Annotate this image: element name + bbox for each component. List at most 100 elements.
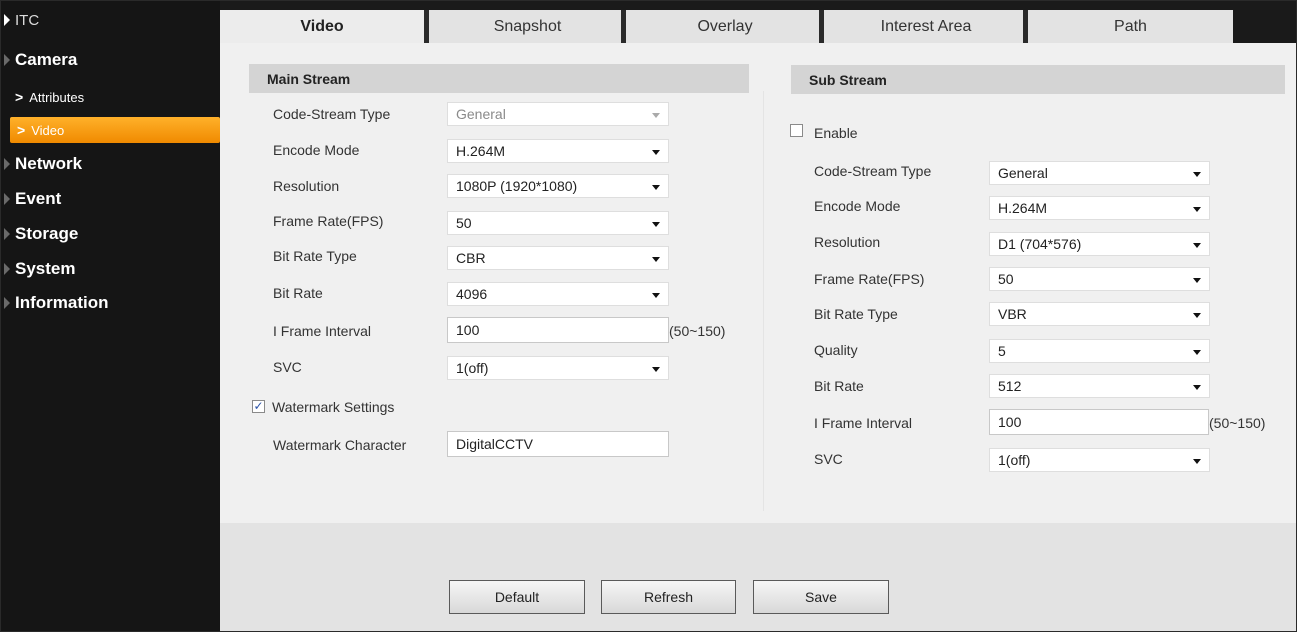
sidebar-item-itc[interactable]: ITC [1, 6, 220, 34]
sidebar-item-label: System [15, 259, 76, 278]
main-bit-rate-select[interactable]: 4096 [447, 282, 669, 306]
chevron-down-icon [652, 257, 660, 262]
chevron-down-icon [652, 367, 660, 372]
select-value: 1(off) [456, 360, 489, 376]
main-svc-select[interactable]: 1(off) [447, 356, 669, 380]
column-divider [763, 91, 764, 511]
enable-label: Enable [814, 125, 858, 141]
sidebar-item-storage[interactable]: Storage [1, 220, 220, 248]
watermark-settings-label: Watermark Settings [272, 399, 395, 415]
select-value: 4096 [456, 286, 488, 302]
button-bar: Default Refresh Save [220, 523, 1296, 631]
expand-arrow-icon [4, 158, 10, 170]
sidebar-item-camera[interactable]: Camera [1, 46, 220, 74]
sidebar-item-label: ITC [15, 11, 40, 29]
sub-frame-rate-label: Frame Rate(FPS) [814, 271, 925, 287]
tab-video[interactable]: Video [220, 10, 424, 43]
iframe-interval-label: I Frame Interval [273, 323, 372, 339]
tab-snapshot[interactable]: Snapshot [424, 10, 626, 43]
sidebar-item-label: Attributes [29, 89, 85, 105]
watermark-character-label: Watermark Character [273, 437, 407, 453]
chevron-down-icon [1193, 172, 1201, 177]
expand-arrow-icon [4, 54, 10, 66]
select-value: 50 [456, 215, 472, 231]
select-value: General [998, 165, 1048, 181]
sidebar-item-label: Network [15, 154, 83, 173]
sidebar-item-event[interactable]: Event [1, 185, 220, 213]
select-value: 512 [998, 378, 1022, 394]
sub-stream-header: Sub Stream [791, 65, 1285, 94]
sub-bit-rate-type-select[interactable]: VBR [989, 302, 1210, 326]
tab-path[interactable]: Path [1023, 10, 1233, 43]
sidebar: ITC Camera > Attributes > Video Network … [1, 1, 220, 631]
watermark-character-input[interactable]: DigitalCCTV [447, 431, 669, 457]
sidebar-item-video[interactable]: > Video [10, 117, 220, 143]
default-button[interactable]: Default [449, 580, 585, 614]
sub-bit-rate-label: Bit Rate [814, 378, 864, 394]
resolution-label: Resolution [273, 178, 340, 194]
sub-iframe-interval-label: I Frame Interval [814, 415, 913, 431]
tab-bar: Video Snapshot Overlay Interest Area Pat… [220, 1, 1296, 43]
main-stream-header: Main Stream [249, 64, 749, 93]
encode-mode-label: Encode Mode [273, 142, 360, 158]
select-value: H.264M [998, 200, 1048, 216]
sidebar-item-network[interactable]: Network [1, 150, 220, 178]
chevron-down-icon [1193, 385, 1201, 390]
sub-stream-enable-checkbox[interactable] [790, 124, 803, 137]
select-value: H.264M [456, 143, 506, 159]
sidebar-item-system[interactable]: System [1, 255, 220, 283]
main-bit-rate-type-select[interactable]: CBR [447, 246, 669, 270]
tab-interest-area[interactable]: Interest Area [819, 10, 1028, 43]
sub-bit-rate-type-label: Bit Rate Type [814, 306, 898, 322]
chevron-down-icon [652, 222, 660, 227]
chevron-down-icon [1193, 313, 1201, 318]
main-code-stream-type-select: General [447, 102, 669, 126]
sub-bit-rate-select[interactable]: 512 [989, 374, 1210, 398]
expand-arrow-icon [4, 193, 10, 205]
main-iframe-interval-input[interactable]: 100 [447, 317, 669, 343]
chevron-down-icon [1193, 278, 1201, 283]
select-value: 5 [998, 343, 1006, 359]
tab-overlay[interactable]: Overlay [621, 10, 824, 43]
sidebar-item-label: Storage [15, 224, 79, 243]
expand-arrow-icon [4, 228, 10, 240]
sidebar-item-label: Video [31, 122, 65, 138]
sub-quality-label: Quality [814, 342, 858, 358]
main-resolution-select[interactable]: 1080P (1920*1080) [447, 174, 669, 198]
chevron-down-icon [652, 293, 660, 298]
main-frame-rate-select[interactable]: 50 [447, 211, 669, 235]
sub-encode-mode-select[interactable]: H.264M [989, 196, 1210, 220]
sub-svc-select[interactable]: 1(off) [989, 448, 1210, 472]
chevron-right-icon: > [15, 89, 24, 105]
select-value: 1080P (1920*1080) [456, 178, 578, 194]
sub-frame-rate-select[interactable]: 50 [989, 267, 1210, 291]
save-button[interactable]: Save [753, 580, 889, 614]
sidebar-item-attributes[interactable]: > Attributes [1, 84, 220, 110]
sidebar-item-information[interactable]: Information [1, 289, 220, 317]
frame-rate-label: Frame Rate(FPS) [273, 213, 384, 229]
select-value: D1 (704*576) [998, 236, 1082, 252]
sidebar-item-label: Camera [15, 50, 78, 69]
sidebar-item-label: Event [15, 189, 62, 208]
main-encode-mode-select[interactable]: H.264M [447, 139, 669, 163]
select-value: VBR [998, 306, 1027, 322]
watermark-settings-checkbox[interactable]: ✓ [252, 400, 265, 413]
select-value: 50 [998, 271, 1014, 287]
sub-iframe-range-hint: (50~150) [1209, 415, 1266, 431]
content-panel: Main Stream Code-Stream Type General Enc… [220, 43, 1296, 631]
chevron-down-icon [1193, 243, 1201, 248]
sub-code-stream-type-select[interactable]: General [989, 161, 1210, 185]
svc-label: SVC [273, 359, 302, 375]
iframe-range-hint: (50~150) [669, 323, 726, 339]
sub-resolution-label: Resolution [814, 234, 881, 250]
bit-rate-label: Bit Rate [273, 285, 323, 301]
refresh-button[interactable]: Refresh [601, 580, 736, 614]
bit-rate-type-label: Bit Rate Type [273, 248, 357, 264]
chevron-down-icon [1193, 350, 1201, 355]
sub-resolution-select[interactable]: D1 (704*576) [989, 232, 1210, 256]
sub-quality-select[interactable]: 5 [989, 339, 1210, 363]
app-frame: ITC Camera > Attributes > Video Network … [0, 0, 1297, 632]
chevron-down-icon [652, 113, 660, 118]
sub-iframe-interval-input[interactable]: 100 [989, 409, 1209, 435]
chevron-down-icon [1193, 207, 1201, 212]
